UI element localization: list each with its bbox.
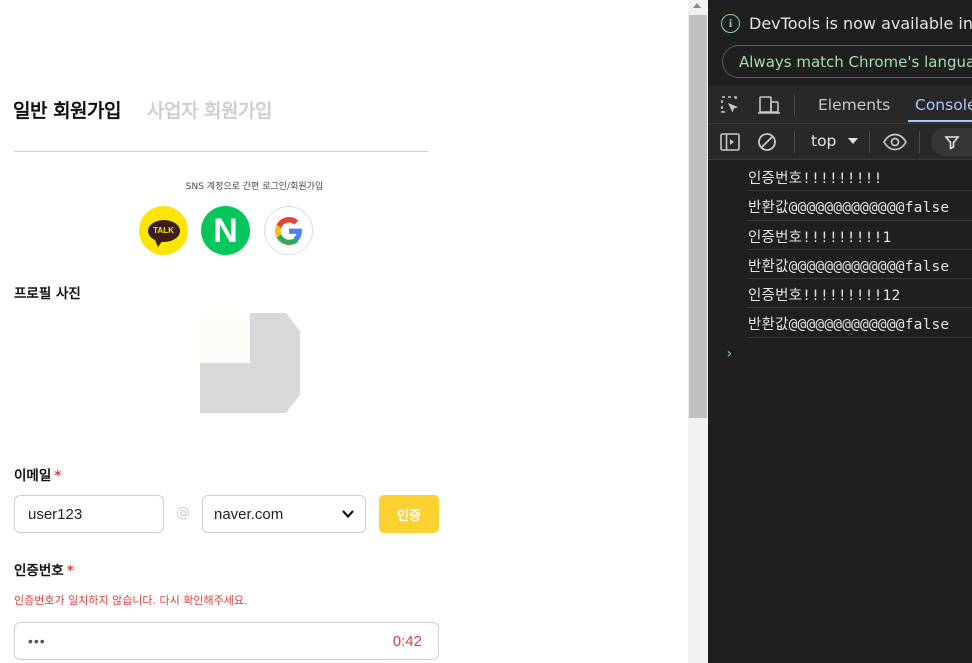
email-id-input[interactable]: user123 <box>14 495 164 533</box>
email-domain-select[interactable]: naver.com <box>202 495 366 533</box>
email-domain-value: naver.com <box>214 505 284 523</box>
naver-login-button[interactable]: N <box>201 206 250 255</box>
console-log-text: 반환값@@@@@@@@@@@@@false <box>748 258 950 275</box>
console-log-text: 인증번호!!!!!!!!! <box>748 171 883 187</box>
devtools-panel: i DevTools is now available in K Always … <box>708 0 972 663</box>
console-log-row[interactable]: 인증번호!!!!!!!!!12 <box>746 279 972 309</box>
context-value: top <box>811 132 837 150</box>
verification-error-message: 인증번호가 일치하지 않습니다. 다시 확인해주세요. <box>14 594 248 607</box>
tab-personal-signup[interactable]: 일반 회원가입 <box>13 96 122 123</box>
verification-code-label: 인증번호 * <box>14 559 74 579</box>
console-output: 인증번호!!!!!!!!! 반환값@@@@@@@@@@@@@false 인증번호… <box>708 162 972 338</box>
devtools-info-bar: i DevTools is now available in K Always … <box>708 0 972 84</box>
caret-down-icon <box>848 138 859 144</box>
google-icon <box>274 216 302 245</box>
match-language-button[interactable]: Always match Chrome's languag <box>722 45 972 78</box>
console-log-text: 인증번호!!!!!!!!!12 <box>748 288 901 305</box>
active-tab-indicator <box>908 120 972 122</box>
scroll-thumb[interactable] <box>689 15 707 418</box>
verification-code-label-text: 인증번호 <box>14 563 64 579</box>
filter-icon <box>944 136 960 150</box>
toolbar-separator <box>794 131 795 153</box>
verification-code-input[interactable]: ••• 0:42 <box>14 622 439 660</box>
sns-caption: SNS 계정으로 간편 로그인/회원가입 <box>185 182 324 192</box>
signup-page: 일반 회원가입 사업자 회원가입 SNS 계정으로 간편 로그인/회원가입 TA… <box>0 0 688 663</box>
required-mark: * <box>54 468 62 484</box>
naver-icon: N <box>213 211 238 250</box>
console-log-row[interactable]: 반환값@@@@@@@@@@@@@false <box>746 191 972 221</box>
console-log-text: 인증번호!!!!!!!!!1 <box>748 229 892 246</box>
toolbar-separator <box>919 131 920 153</box>
verification-timer: 0:42 <box>392 632 422 650</box>
google-login-button[interactable] <box>264 206 313 255</box>
kakao-login-button[interactable]: TALK <box>139 206 188 255</box>
toolbar-separator <box>794 94 795 116</box>
sidebar-toggle-icon[interactable] <box>719 131 741 153</box>
profile-photo-label: 프로필 사진 <box>14 286 81 302</box>
context-selector[interactable]: top <box>811 132 859 150</box>
verification-code-value: ••• <box>28 633 46 649</box>
kakao-icon: TALK <box>147 219 180 247</box>
inspect-element-icon[interactable] <box>719 94 741 116</box>
console-log-row[interactable]: 반환값@@@@@@@@@@@@@false <box>746 308 972 338</box>
console-prompt-icon[interactable]: › <box>725 346 733 362</box>
tab-business-signup[interactable]: 사업자 회원가입 <box>147 96 272 123</box>
live-expression-eye-icon[interactable] <box>882 131 908 153</box>
console-log-row[interactable]: 인증번호!!!!!!!!!1 <box>746 221 972 250</box>
console-log-row[interactable]: 반환값@@@@@@@@@@@@@false <box>746 250 972 280</box>
console-toolbar: top <box>708 124 972 160</box>
devtools-tabbar: Elements Console <box>708 86 972 124</box>
info-icon: i <box>721 14 740 33</box>
email-verify-button[interactable]: 인증 <box>379 495 439 533</box>
scroll-up-arrow-icon[interactable] <box>693 3 701 8</box>
clear-console-icon[interactable] <box>756 131 778 153</box>
devtools-info-text: DevTools is now available in K <box>749 14 972 33</box>
kakao-label: TALK <box>153 226 174 235</box>
email-label: 이메일 * <box>14 464 61 484</box>
device-toolbar-icon[interactable] <box>757 94 781 116</box>
page-scrollbar[interactable] <box>688 0 708 663</box>
tab-elements[interactable]: Elements <box>818 96 890 114</box>
tab-divider <box>14 151 428 152</box>
profile-photo-placeholder[interactable] <box>200 313 300 413</box>
chevron-down-icon <box>342 510 354 519</box>
email-id-value: user123 <box>28 505 83 523</box>
console-log-text: 반환값@@@@@@@@@@@@@false <box>748 200 950 217</box>
at-sign: @ <box>176 505 190 521</box>
required-mark: * <box>66 563 74 579</box>
console-filter-input[interactable] <box>931 128 972 156</box>
console-log-text: 반환값@@@@@@@@@@@@@false <box>748 317 950 334</box>
toolbar-separator <box>869 131 870 153</box>
email-label-text: 이메일 <box>14 468 52 484</box>
console-log-row[interactable]: 인증번호!!!!!!!!! <box>746 162 972 192</box>
tab-console[interactable]: Console <box>915 96 972 114</box>
